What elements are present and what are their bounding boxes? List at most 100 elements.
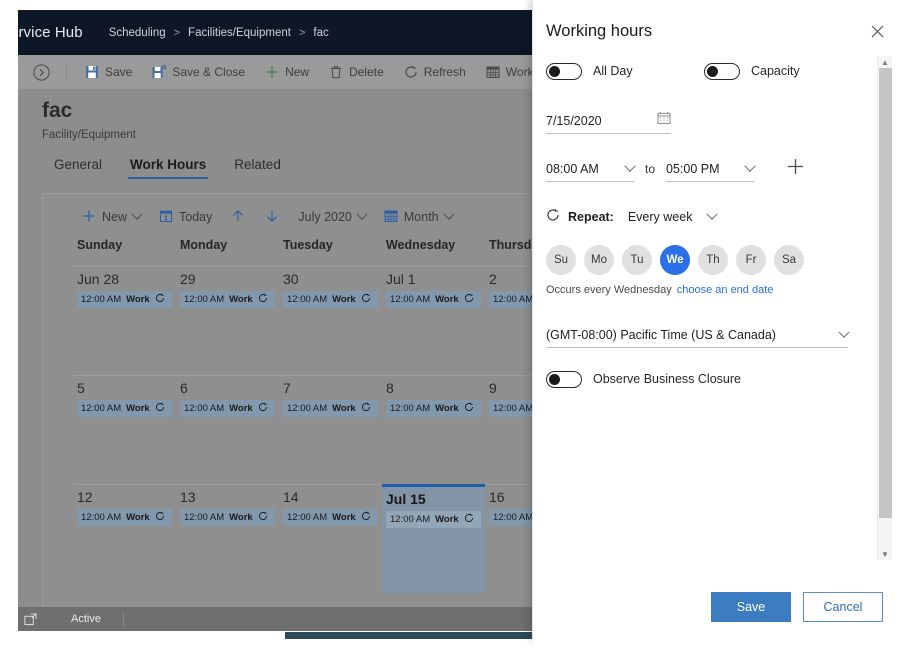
calendar-today-button[interactable]: Today	[150, 202, 221, 232]
calendar-day-cell[interactable]: 13 12:00 AM Work	[176, 485, 279, 593]
day-number: 14	[283, 489, 299, 505]
breadcrumb-item-scheduling[interactable]: Scheduling	[109, 27, 166, 39]
event-label: Work	[435, 403, 459, 414]
dialog-body: All Day Capacity 7/15/2020 08:00 AM to 0…	[546, 56, 870, 392]
popout-icon[interactable]	[24, 612, 37, 626]
date-field[interactable]: 7/15/2020	[546, 108, 671, 134]
calendar-day-cell[interactable]: 14 12:00 AM Work	[279, 485, 382, 593]
weekday-button-fr[interactable]: Fr	[736, 245, 766, 275]
refresh-button[interactable]: Refresh	[394, 55, 476, 89]
breadcrumb-item-facilities[interactable]: Facilities/Equipment	[188, 27, 291, 39]
scroll-down-arrow-icon[interactable]: ▼	[878, 548, 892, 560]
add-time-range-button[interactable]	[786, 157, 805, 181]
chevron-down-icon	[442, 208, 455, 220]
weekday-button-tu[interactable]: Tu	[622, 245, 652, 275]
chevron-down-icon	[744, 160, 756, 172]
save-and-close-button[interactable]: Save & Close	[142, 55, 255, 89]
close-button[interactable]	[866, 20, 888, 42]
calendar-day-cell[interactable]: 8 12:00 AM Work	[382, 376, 485, 484]
calendar-day-cell[interactable]: 5 12:00 AM Work	[73, 376, 176, 484]
weekday-header-sunday: Sunday	[77, 238, 123, 252]
tab-work-hours[interactable]: Work Hours	[116, 153, 220, 180]
calendar-event[interactable]: 12:00 AM Work	[283, 509, 378, 526]
weekday-button-su[interactable]: Su	[546, 245, 576, 275]
calendar-event[interactable]: 12:00 AM Work	[180, 509, 275, 526]
calendar-day-cell[interactable]: Jun 28 12:00 AM Work	[73, 267, 176, 375]
calendar-event[interactable]: 12:00 AM Work	[77, 291, 172, 308]
calendar-day-cell[interactable]: 29 12:00 AM Work	[176, 267, 279, 375]
calendar-event[interactable]: 12:00 AM Work	[386, 291, 481, 308]
recurrence-icon	[464, 293, 474, 306]
close-icon	[871, 25, 883, 37]
calendar-next-button[interactable]	[255, 202, 289, 232]
all-day-toggle-switch[interactable]	[546, 62, 582, 80]
calendar-new-button[interactable]: New	[73, 202, 150, 232]
calendar-event[interactable]: 12:00 AM Work	[180, 291, 275, 308]
delete-button[interactable]: Delete	[319, 55, 394, 89]
observe-business-closure-toggle[interactable]: Observe Business Closure	[546, 366, 870, 392]
toggle-knob	[707, 65, 718, 77]
calendar-event[interactable]: 12:00 AM Work	[77, 509, 172, 526]
day-number: Jul 15	[386, 491, 426, 507]
plus-icon	[788, 159, 804, 174]
dialog-footer: Save Cancel	[533, 574, 904, 639]
calendar-month-selector[interactable]: July 2020	[289, 202, 375, 232]
calendar-day-cell[interactable]: 6 12:00 AM Work	[176, 376, 279, 484]
new-button[interactable]: New	[255, 55, 319, 89]
timezone-field[interactable]: (GMT-08:00) Pacific Time (US & Canada)	[546, 322, 850, 348]
calendar-event[interactable]: 12:00 AM Work	[180, 400, 275, 417]
weekday-label: Mo	[591, 254, 607, 266]
calendar-view-selector[interactable]: Month	[375, 202, 462, 232]
tab-general[interactable]: General	[40, 153, 116, 180]
capacity-toggle-switch[interactable]	[704, 62, 740, 80]
calendar-day-cell[interactable]: 30 12:00 AM Work	[279, 267, 382, 375]
screenshot-root: ervice Hub Scheduling > Facilities/Equip…	[0, 0, 904, 651]
breadcrumb-item-fac[interactable]: fac	[313, 27, 328, 39]
repeat-value[interactable]: Every week	[628, 210, 693, 224]
calendar-picker-icon[interactable]	[657, 111, 671, 130]
scroll-up-arrow-icon[interactable]: ▲	[878, 56, 892, 68]
weekday-header-monday: Monday	[180, 238, 228, 252]
repeat-label: Repeat:	[568, 209, 614, 224]
occurs-row: Occurs every Wednesday choose an end dat…	[546, 284, 870, 296]
recurrence-icon	[546, 208, 560, 225]
event-time: 12:00 AM	[184, 294, 225, 305]
chevron-down-icon[interactable]	[706, 208, 719, 220]
toggle-knob	[549, 373, 560, 385]
breadcrumb: Scheduling > Facilities/Equipment > fac	[109, 27, 329, 39]
capacity-toggle[interactable]: Capacity	[704, 58, 800, 84]
calendar-event[interactable]: 12:00 AM Work	[283, 291, 378, 308]
calendar-month-label: July 2020	[298, 210, 352, 224]
weekday-button-sa[interactable]: Sa	[774, 245, 804, 275]
calendar-event[interactable]: 12:00 AM Work	[386, 511, 481, 528]
chevron-down-icon	[838, 326, 850, 338]
dialog-cancel-button[interactable]: Cancel	[803, 591, 883, 622]
weekday-button-we[interactable]: We	[660, 245, 690, 275]
weekday-picker: Su Mo Tu We Th Fr Sa	[546, 245, 870, 275]
calendar-day-cell[interactable]: 12 12:00 AM Work	[73, 485, 176, 593]
calendar-event[interactable]: 12:00 AM Work	[77, 400, 172, 417]
all-day-toggle[interactable]: All Day	[546, 58, 704, 84]
tab-related[interactable]: Related	[220, 153, 295, 180]
event-label: Work	[332, 403, 356, 414]
weekday-button-th[interactable]: Th	[698, 245, 728, 275]
calendar-event[interactable]: 12:00 AM Work	[386, 400, 481, 417]
dialog-save-button[interactable]: Save	[711, 591, 791, 622]
start-time-field[interactable]: 08:00 AM	[546, 156, 636, 182]
dialog-scrollbar[interactable]: ▲ ▼	[877, 56, 892, 560]
event-time: 12:00 AM	[493, 294, 534, 305]
calendar-day-cell[interactable]: Jul 1 12:00 AM Work	[382, 267, 485, 375]
calendar-day-cell-selected[interactable]: Jul 15 12:00 AM Work	[382, 484, 485, 593]
expand-nav-button[interactable]	[24, 63, 58, 81]
choose-end-date-link[interactable]: choose an end date	[677, 284, 774, 296]
scrollbar-thumb[interactable]	[879, 68, 892, 518]
trash-icon	[329, 65, 343, 79]
business-closure-toggle-switch[interactable]	[546, 370, 582, 388]
calendar-day-cell[interactable]: 7 12:00 AM Work	[279, 376, 382, 484]
save-button[interactable]: Save	[75, 55, 142, 89]
end-time-field[interactable]: 05:00 PM	[666, 156, 756, 182]
calendar-event[interactable]: 12:00 AM Work	[283, 400, 378, 417]
weekday-button-mo[interactable]: Mo	[584, 245, 614, 275]
app-name: ervice Hub	[18, 24, 83, 41]
calendar-prev-button[interactable]	[221, 202, 255, 232]
